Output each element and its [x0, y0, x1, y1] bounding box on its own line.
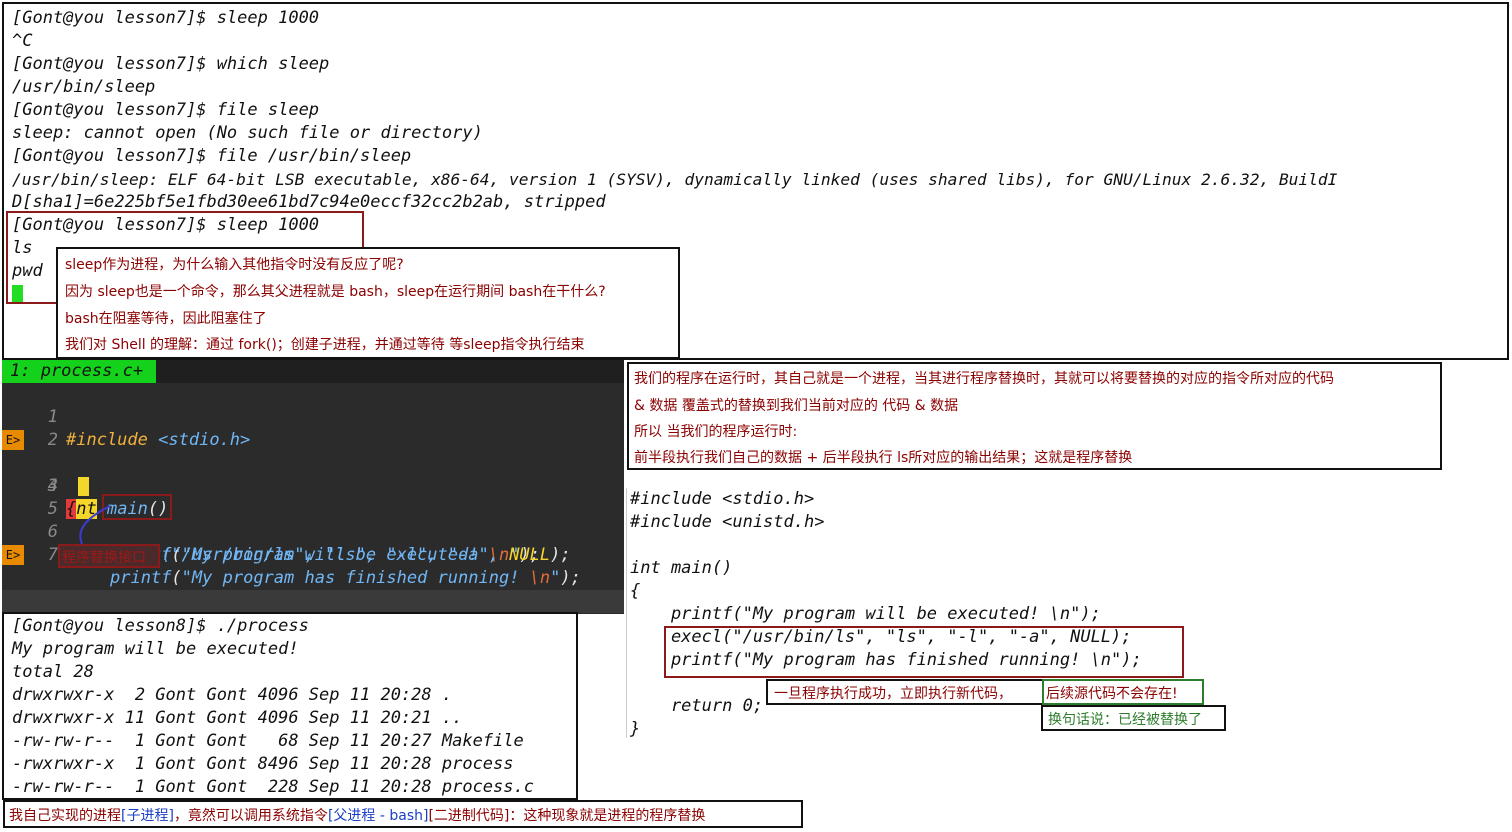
curve-arrow-icon	[79, 505, 111, 545]
note-bottom-a: 我自己实现的进程	[9, 808, 121, 824]
note-sleep-box: sleep作为进程，为什么输入其他指令时没有反应了呢? 因为 sleep也是一个…	[56, 247, 680, 359]
terminal-line: total 28	[12, 662, 94, 682]
note-line: bash在阻塞等待，因此阻塞住了	[65, 311, 267, 327]
terminal-line: ^C	[12, 31, 33, 51]
note-bottom-e: [二进制代码]	[428, 808, 510, 824]
code-line: 4 {	[2, 452, 624, 519]
note-bottom-text: 我自己实现的进程[子进程]，竟然可以调用系统指令[父进程 - bash][二进制…	[9, 805, 705, 825]
terminal-line: /usr/bin/sleep: ELF 64-bit LSB executabl…	[12, 170, 1338, 189]
note-line: 所以 当我们的程序运行时:	[634, 424, 798, 440]
note-success-frame: 后续源代码不会存在!	[1042, 679, 1204, 705]
terminal-line: drwxrwxr-x 11 Gont Gont 4096 Sep 11 20:2…	[12, 708, 463, 728]
note-bottom-box: 我自己实现的进程[子进程]，竟然可以调用系统指令[父进程 - bash][二进制…	[3, 800, 803, 828]
note-success-part2: 后续源代码不会存在!	[1046, 686, 1178, 702]
note-line: 我们的程序在运行时，其自己就是一个进程，当其进行程序替换时，其就可以将要替换的对…	[634, 371, 1334, 387]
note-line: 我们对 Shell 的理解：通过 fork()；创建子进程，并通过等待 等sle…	[65, 337, 585, 353]
terminal-line: [Gont@you lesson7]$ file sleep	[12, 100, 320, 120]
note-line: sleep作为进程，为什么输入其他指令时没有反应了呢?	[65, 257, 404, 273]
code-line: printf("My program will be executed! \n"…	[630, 604, 1101, 624]
terminal-line: -rw-rw-r-- 1 Gont Gont 228 Sep 11 20:28 …	[12, 777, 534, 797]
note-replaced-text: 换句话说：已经被替换了	[1048, 712, 1202, 728]
code-line: 5 printf("My program will be executed! \…	[2, 475, 624, 565]
vim-tabline: 1: process.c+	[2, 360, 624, 383]
note-replace-box: 我们的程序在运行时，其自己就是一个进程，当其进行程序替换时，其就可以将要替换的对…	[627, 362, 1442, 470]
tab-process-c[interactable]: 1: process.c+	[2, 360, 156, 383]
code-line: 9 return 0;	[2, 567, 624, 634]
annotation-interface-text: 程序替换接口	[62, 550, 146, 566]
note-bottom-b: [子进程]	[121, 808, 174, 824]
indent-marker	[78, 477, 89, 496]
code-line: 2	[2, 406, 624, 450]
code-line: int main()	[630, 558, 733, 578]
note-line: 因为 sleep也是一个命令，那么其父进程就是 bash，sleep在运行期间 …	[65, 284, 606, 300]
terminal-line: [Gont@you lesson8]$ ./process	[12, 616, 309, 636]
code-gutter	[626, 488, 627, 738]
code-line: 1 #include <stdio.h>	[2, 383, 624, 450]
note-line: 前半段执行我们自己的数据 + 后半段执行 ls所对应的输出结果；这就是程序替换	[634, 450, 1133, 466]
note-bottom-f: ：这种现象就是进程的程序替换	[509, 808, 706, 824]
error-sign-icon: E>	[2, 545, 24, 565]
terminal-line: sleep: cannot open (No such file or dire…	[12, 123, 483, 143]
vim-editor[interactable]: 1: process.c+ 1 #include <stdio.h> 2 E> …	[2, 360, 624, 657]
terminal-line: [Gont@you lesson7]$ file /usr/bin/sleep	[12, 146, 412, 166]
terminal-line: /usr/bin/sleep	[12, 77, 156, 97]
note-success-part1: 一旦程序执行成功，立即执行新代码，	[774, 686, 1012, 702]
note-bottom-d: [父进程 - bash]	[327, 808, 429, 824]
terminal-line: drwxrwxr-x 2 Gont Gont 4096 Sep 11 20:28…	[12, 685, 453, 705]
code-line: E> 3 int main()	[2, 429, 624, 519]
code-line: }	[630, 719, 641, 739]
code-line-current: 10 }	[2, 590, 624, 657]
bottom-terminal[interactable]: [Gont@you lesson8]$ ./process My program…	[2, 612, 578, 800]
note-bottom-c: ，竟然可以调用系统指令	[173, 808, 328, 824]
terminal-line: -rwxrwxr-x 1 Gont Gont 8496 Sep 11 20:28…	[12, 754, 514, 774]
note-replaced-box: 换句话说：已经被替换了	[1041, 705, 1226, 731]
code-line: #include <unistd.h>	[630, 512, 825, 532]
terminal-line: My program will be executed!	[12, 639, 299, 659]
code-line: return 0;	[630, 696, 764, 716]
terminal-line: [Gont@you lesson7]$ which sleep	[12, 54, 330, 74]
note-line: & 数据 覆盖式的替换到我们当前对应的 代码 & 数据	[634, 398, 959, 414]
code-line: #include <stdio.h>	[630, 489, 815, 509]
terminal-line: [Gont@you lesson7]$ sleep 1000	[12, 8, 320, 28]
highlight-frame-replaced-code	[664, 626, 1184, 678]
code-line: {	[630, 581, 641, 601]
error-sign-icon: E>	[2, 430, 24, 450]
terminal-line: -rw-rw-r-- 1 Gont Gont 68 Sep 11 20:27 M…	[12, 731, 524, 751]
